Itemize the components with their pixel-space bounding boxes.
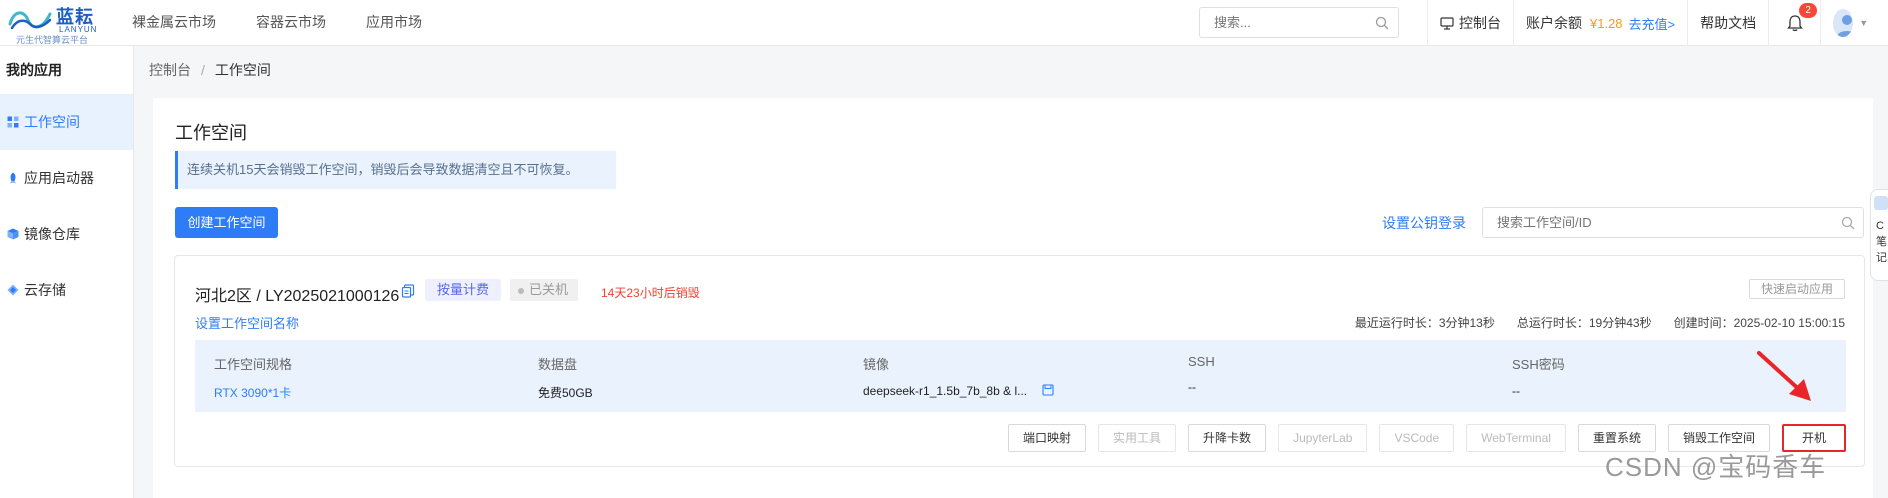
nav-item-app-market[interactable]: 应用市场 (366, 0, 422, 46)
sidebar-item-app-launcher[interactable]: 应用启动器 (0, 150, 133, 206)
balance-label: 账户余额 (1526, 15, 1582, 31)
breadcrumb-current: 工作空间 (214, 62, 271, 78)
image-repo-icon (7, 228, 19, 240)
spec-key: 数据盘 (538, 357, 578, 372)
sidebar-item-workspace[interactable]: 工作空间 (0, 94, 133, 150)
spec-value: 免费50GB (538, 386, 593, 400)
notification-button[interactable]: 2 (1768, 0, 1820, 46)
cloud-storage-icon (7, 284, 19, 296)
sidebar-item-label: 应用启动器 (24, 170, 94, 186)
destroy-countdown: 14天23小时后销毁 (601, 286, 700, 300)
top-right-menu: 控制台 账户余额 ¥1.28 去充值> 帮助文档 2 ▼ (1427, 0, 1880, 46)
console-link[interactable]: 控制台 (1427, 0, 1513, 46)
workspace-search-input[interactable] (1483, 208, 1823, 237)
search-icon[interactable] (1375, 16, 1389, 30)
top-search-input[interactable] (1200, 8, 1360, 37)
logo-slogan: 元生代智算云平台 (16, 35, 89, 45)
sidebar-item-label: 工作空间 (24, 114, 80, 130)
jupyterlab-button[interactable]: JupyterLab (1278, 424, 1368, 452)
sidebar-title: 我的应用 (6, 62, 62, 78)
breadcrumb-separator: / (201, 62, 205, 78)
rocket-icon (10, 172, 16, 184)
account-balance: 账户余额 ¥1.28 去充值> (1513, 0, 1687, 46)
destroy-notice: 连续关机15天会销毁工作空间，销毁后会导致数据清空且不可恢复。 (175, 151, 616, 189)
page-title: 工作空间 (175, 123, 247, 143)
floating-widget-text: C 笔 记 (1876, 220, 1887, 264)
status-dot (518, 287, 524, 294)
spec-data-disk: 数据盘 免费50GB (538, 354, 593, 401)
sidebar-item-image-repo[interactable]: 镜像仓库 (0, 206, 133, 262)
billing-tag: 按量计费 (425, 279, 502, 301)
console-label: 控制台 (1459, 15, 1501, 31)
recent-runtime: 最近运行时长：3分钟13秒 (1354, 316, 1495, 330)
breadcrumb: 控制台 / 工作空间 (149, 60, 271, 80)
avatar (1833, 9, 1854, 37)
top-nav: 裸金属云市场 容器云市场 应用市场 (132, 0, 462, 46)
breadcrumb-root[interactable]: 控制台 (149, 62, 191, 78)
logo-mark-icon (8, 11, 52, 30)
search-icon[interactable] (1841, 216, 1855, 230)
sidebar-item-label: 镜像仓库 (24, 226, 80, 242)
spec-image: 镜像 deepseek-r1_1.5b_7b_8b & l... (863, 354, 1055, 398)
spec-value: deepseek-r1_1.5b_7b_8b & l... (863, 384, 1055, 398)
status-label: 已关机 (529, 282, 569, 297)
port-mapping-button[interactable]: 端口映射 (1008, 424, 1087, 452)
workspace-icon (7, 116, 19, 128)
user-icon (1837, 15, 1854, 37)
workspace-search-box (1482, 207, 1864, 238)
floating-note-widget[interactable]: C 笔 记 (1870, 189, 1888, 281)
logo[interactable]: 蓝耘 LANYUN 元生代智算云平台 (6, 2, 106, 45)
ssh-key-login-link[interactable]: 设置公钥登录 (1382, 213, 1466, 233)
spec-key: SSH密码 (1512, 357, 1565, 372)
sidebar-item-cloud-storage[interactable]: 云存储 (0, 262, 133, 318)
quick-launch-button[interactable]: 快速启动应用 (1748, 279, 1845, 299)
notification-badge: 2 (1799, 3, 1818, 18)
balance-value: ¥1.28 (1590, 15, 1623, 31)
runtime-info: 最近运行时长：3分钟13秒 总运行时长：19分钟43秒 创建时间：2025-02-1… (1333, 314, 1845, 331)
copy-icon[interactable] (401, 284, 415, 298)
spec-ssh: SSH -- (1188, 354, 1215, 394)
rename-workspace-link[interactable]: 设置工作空间名称 (195, 313, 299, 332)
spec-key: 工作空间规格 (214, 357, 293, 372)
recharge-link[interactable]: 去充值> (1629, 14, 1676, 33)
watermark: CSDN @宝码香车 (1605, 452, 1827, 482)
workspace-card: 河北2区 / LY2025021000126 按量计费 已关机 14天23小时后… (174, 255, 1865, 467)
spec-key: 镜像 (863, 357, 890, 372)
chevron-down-icon: ▼ (1859, 18, 1869, 28)
monitor-icon (1440, 16, 1454, 30)
spec-gpu: 工作空间规格 RTX 3090*1卡 (214, 354, 292, 401)
save-icon[interactable] (1042, 384, 1055, 396)
spec-panel: 工作空间规格 RTX 3090*1卡 数据盘 免费50GB 镜像 deepsee… (195, 340, 1846, 412)
spec-ssh-password: SSH密码 -- (1512, 354, 1565, 398)
spec-value: -- (1512, 384, 1520, 398)
status-badge: 已关机 (510, 279, 579, 301)
vscode-button[interactable]: VSCode (1379, 424, 1455, 452)
top-bar: 蓝耘 LANYUN 元生代智算云平台 裸金属云市场 容器云市场 应用市场 控制台… (0, 0, 1888, 46)
spec-value-link[interactable]: RTX 3090*1卡 (214, 384, 292, 401)
workspace-name: 河北2区 / LY2025021000126 (195, 288, 400, 305)
note-icon (1874, 196, 1888, 210)
nav-item-bare-metal[interactable]: 裸金属云市场 (132, 0, 216, 46)
spec-value: -- (1188, 380, 1196, 394)
image-name: deepseek-r1_1.5b_7b_8b & l... (863, 384, 1028, 398)
sidebar-item-label: 云存储 (24, 282, 66, 298)
change-gpu-count-button[interactable]: 升降卡数 (1188, 424, 1267, 452)
sidebar: 我的应用 工作空间 应用启动器 镜像仓库 云存储 (0, 46, 134, 498)
bell-icon (1786, 15, 1803, 32)
create-workspace-button[interactable]: 创建工作空间 (175, 207, 278, 238)
help-docs-link[interactable]: 帮助文档 (1687, 0, 1768, 46)
nav-item-container-cloud[interactable]: 容器云市场 (256, 0, 326, 46)
user-menu[interactable]: ▼ (1820, 0, 1880, 46)
created-time: 创建时间：2025-02-10 15:00:15 (1673, 316, 1845, 330)
webterminal-button[interactable]: WebTerminal (1466, 424, 1566, 452)
spec-key: SSH (1188, 354, 1215, 369)
top-search-box (1199, 7, 1399, 38)
utilities-button[interactable]: 实用工具 (1098, 424, 1177, 452)
total-runtime: 总运行时长：19分钟43秒 (1516, 316, 1652, 330)
